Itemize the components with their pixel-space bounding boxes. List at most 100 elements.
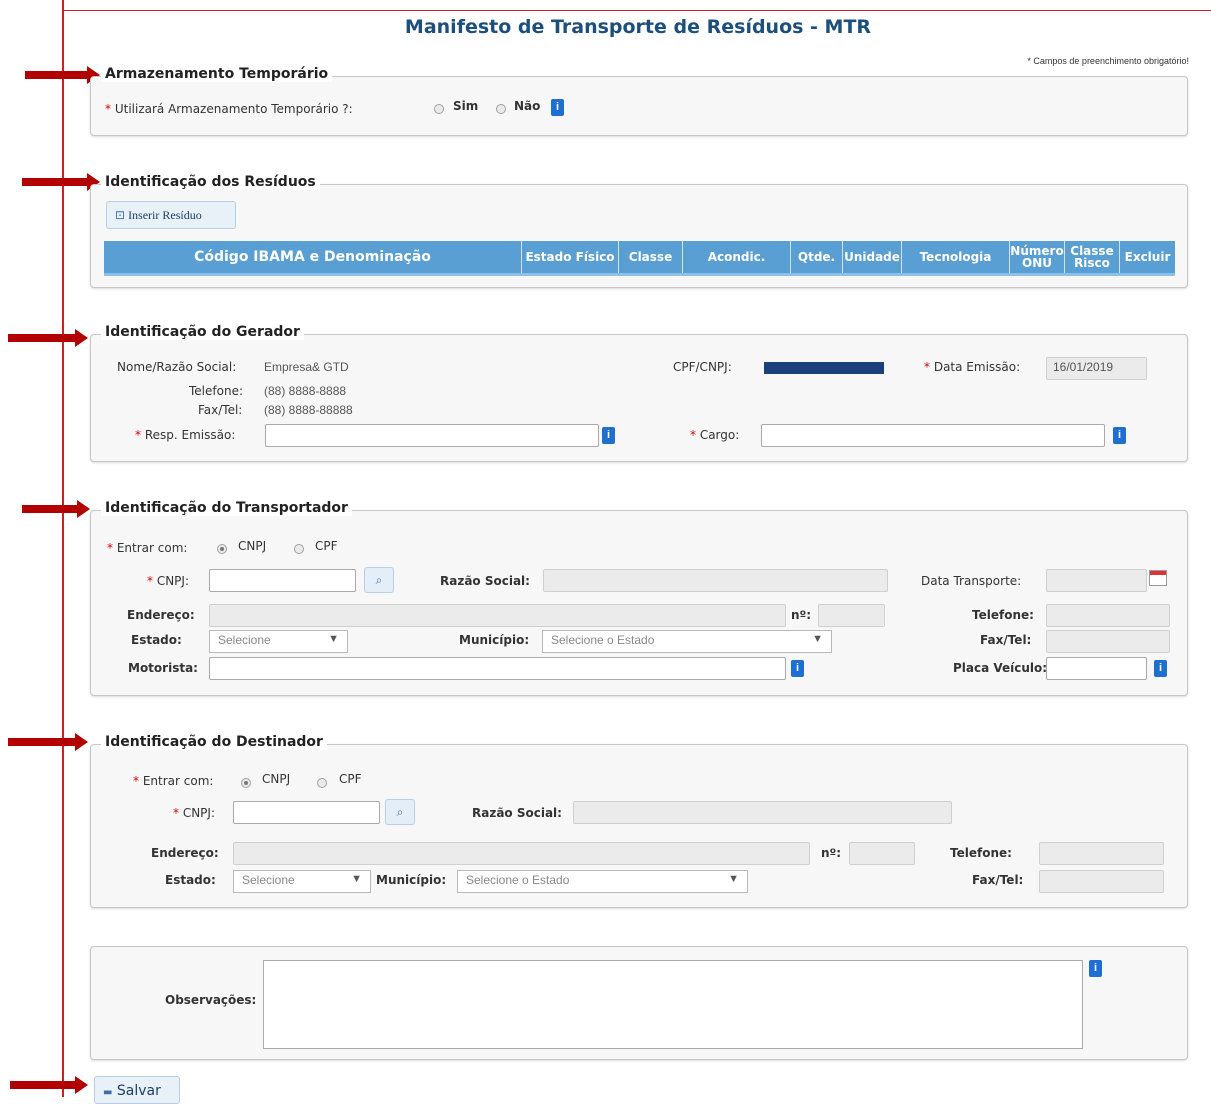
arrow-transportador [22, 500, 90, 518]
cpf-cnpj-label: CPF/CNPJ: [673, 360, 732, 374]
insert-icon: ⊡ [115, 208, 126, 222]
destinador-legend: Identificação do Destinador [101, 734, 327, 750]
transportador-legend: Identificação do Transportador [101, 500, 352, 516]
estado-label: Estado: [165, 873, 216, 887]
transportador-estado-select[interactable]: Selecione ▼ [209, 630, 348, 653]
calendar-icon[interactable] [1149, 570, 1167, 586]
gerador-legend: Identificação do Gerador [101, 324, 304, 340]
cargo-label: * Cargo: [690, 428, 739, 442]
transportador-fax-field [1046, 630, 1170, 653]
cargo-input[interactable] [761, 424, 1105, 447]
telefone-label: Telefone: [972, 608, 1034, 622]
inserir-residuo-button[interactable]: ⊡ Inserir Resíduo [106, 201, 236, 229]
col-codigo: Código IBAMA e Denominação [104, 241, 522, 273]
info-icon[interactable]: i [551, 99, 564, 116]
col-qtde: Qtde. [791, 241, 843, 273]
search-icon[interactable]: ⌕ [385, 799, 415, 825]
col-numero-onu: Número ONU [1010, 241, 1065, 273]
observacoes-textarea[interactable] [263, 960, 1083, 1049]
col-classe-risco: Classe Risco [1065, 241, 1120, 273]
required-mark: * [135, 428, 145, 442]
destinador-razao-social-field [573, 801, 952, 824]
col-tecnologia: Tecnologia [902, 241, 1010, 273]
required-mark: * [147, 574, 157, 588]
transportador-endereco-field [209, 604, 786, 627]
estado-select-value: Selecione [218, 633, 271, 647]
save-icon: ▬ [103, 1087, 113, 1098]
municipio-select-value: Selecione o Estado [551, 633, 655, 647]
search-icon[interactable]: ⌕ [364, 567, 394, 593]
info-icon[interactable]: i [791, 660, 804, 677]
page-border-left [62, 0, 64, 1097]
motorista-label: Motorista: [128, 661, 198, 675]
armazenamento-sim-radio[interactable] [434, 104, 444, 114]
armazenamento-legend: Armazenamento Temporário [101, 66, 333, 82]
destinador-telefone-field [1039, 842, 1164, 865]
destinador-estado-select[interactable]: Selecione ▼ [233, 870, 371, 893]
armazenamento-nao-label[interactable]: Não [514, 99, 540, 113]
placa-veiculo-input[interactable] [1046, 657, 1147, 680]
residuos-panel: Identificação dos Resíduos ⊡ Inserir Res… [90, 174, 1188, 288]
info-icon[interactable]: i [1154, 660, 1167, 677]
chevron-down-icon: ▼ [328, 633, 339, 645]
observacoes-label: Observações: [165, 993, 257, 1007]
arrow-residuos [22, 173, 100, 191]
col-estado-fisico: Estado Físico [522, 241, 619, 273]
info-icon[interactable]: i [602, 427, 615, 444]
transportador-cpf-option[interactable]: CPF [315, 539, 338, 553]
destinador-panel: Identificação do Destinador * Entrar com… [90, 734, 1188, 908]
fax-label: Fax/Tel: [980, 633, 1032, 647]
info-icon[interactable]: i [1089, 960, 1102, 977]
armazenamento-question: * Utilizará Armazenamento Temporário ?: [105, 102, 353, 116]
chevron-down-icon: ▼ [812, 633, 823, 645]
destinador-municipio-select[interactable]: Selecione o Estado ▼ [457, 870, 748, 893]
transportador-cnpj-option[interactable]: CNPJ [238, 539, 266, 553]
cnpj-label: * CNPJ: [147, 574, 189, 588]
telefone-value: (88) 8888-8888 [264, 384, 347, 398]
estado-label: Estado: [131, 633, 182, 647]
destinador-numero-field [849, 842, 915, 865]
page-border-top [62, 10, 1211, 11]
destinador-cpf-option[interactable]: CPF [339, 772, 362, 786]
arrow-salvar [10, 1076, 88, 1094]
transportador-cpf-radio[interactable] [294, 544, 304, 554]
armazenamento-sim-label[interactable]: Sim [453, 99, 478, 113]
resp-emissao-input[interactable] [265, 424, 599, 447]
destinador-cnpj-radio[interactable] [241, 778, 251, 788]
arrow-gerador [8, 329, 88, 347]
data-transporte-label: Data Transporte: [921, 574, 1022, 588]
estado-select-value: Selecione [242, 873, 295, 887]
required-mark: * [690, 428, 700, 442]
endereco-label: Endereço: [127, 608, 195, 622]
nome-label: Nome/Razão Social: [117, 360, 237, 374]
transportador-municipio-select[interactable]: Selecione o Estado ▼ [542, 630, 832, 653]
entrar-com-label-text: Entrar com: [116, 541, 188, 555]
required-mark: * [133, 774, 143, 788]
transportador-cnpj-radio[interactable] [217, 544, 227, 554]
destinador-cnpj-input[interactable] [233, 801, 380, 824]
residuos-table-header: Código IBAMA e Denominação Estado Físico… [104, 241, 1175, 276]
destinador-fax-field [1039, 870, 1164, 893]
col-unidade: Unidade [843, 241, 902, 273]
municipio-label: Município: [376, 873, 447, 887]
transportador-panel: Identificação do Transportador * Entrar … [90, 500, 1188, 696]
numero-label: nº: [821, 846, 842, 860]
save-button[interactable]: ▬ Salvar [94, 1076, 180, 1104]
info-icon[interactable]: i [1113, 427, 1126, 444]
destinador-cpf-radio[interactable] [317, 778, 327, 788]
armazenamento-nao-radio[interactable] [496, 104, 506, 114]
cnpj-label-text: CNPJ: [182, 806, 216, 820]
motorista-input[interactable] [209, 657, 786, 680]
municipio-select-value: Selecione o Estado [466, 873, 570, 887]
chevron-down-icon: ▼ [351, 873, 362, 885]
placa-label: Placa Veículo: [953, 661, 1048, 675]
destinador-cnpj-option[interactable]: CNPJ [262, 772, 290, 786]
required-mark: * [924, 360, 934, 374]
resp-emissao-label-text: Resp. Emissão: [144, 428, 236, 442]
transportador-cnpj-input[interactable] [209, 569, 356, 592]
data-emissao-field: 16/01/2019 [1046, 357, 1147, 380]
transportador-numero-field [818, 604, 885, 627]
entrar-com-label: * Entrar com: [133, 774, 213, 788]
required-mark: * [173, 806, 183, 820]
armazenamento-question-text: Utilizará Armazenamento Temporário ?: [114, 102, 353, 116]
